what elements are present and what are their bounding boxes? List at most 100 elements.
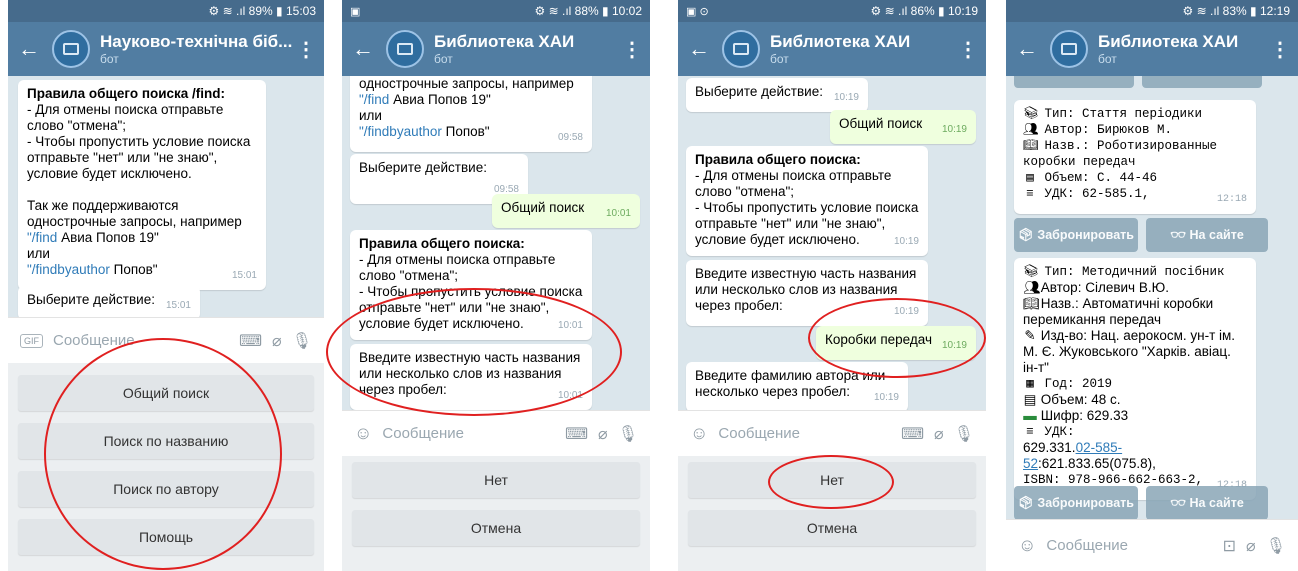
chat-title: Библиотека ХАИ xyxy=(1098,32,1239,51)
gif-icon[interactable]: GIF xyxy=(20,333,43,348)
status-bar: ⚙ ≋ .ıl 83% ▮ 12:19 xyxy=(1006,0,1298,22)
example-text: Авиа Попов 19" xyxy=(57,230,159,245)
bot-avatar[interactable] xyxy=(722,30,760,68)
message-list[interactable]: Выберите действие: 10:19 Общий поиск 10:19… xyxy=(678,76,986,410)
message-time: 10:19 xyxy=(941,124,967,135)
book-type-icon: 📚︎ xyxy=(1023,265,1039,279)
microphone-icon[interactable]: 🎙︎ xyxy=(954,424,974,444)
enter-title-text: Введите известную часть названия или нес… xyxy=(695,266,917,313)
folder-icon: ▤ xyxy=(1023,392,1037,407)
card-name: 📖︎ Назв.: Роботизированные коробки перед… xyxy=(1023,139,1218,169)
book-card-2: 📚︎ Тип: Методичний посібник 👥︎ Автор: Сі… xyxy=(1014,258,1256,500)
reserve-button[interactable]: 📦︎ Забронировать xyxy=(1014,486,1138,519)
rules-line: - Чтобы пропустить условие поиска отправ… xyxy=(359,284,583,331)
more-menu-icon[interactable]: ⋮ xyxy=(622,37,642,62)
back-arrow-icon[interactable]: ← xyxy=(352,38,386,60)
keyboard-button-no[interactable]: Нет xyxy=(352,462,640,498)
keyboard-button-cancel[interactable]: Отмена xyxy=(688,510,976,546)
example-text: Попов" xyxy=(441,124,490,139)
message-time: 10:19 xyxy=(833,92,859,103)
keyboard-button-cancel[interactable]: Отмена xyxy=(352,510,640,546)
on-site-button[interactable] xyxy=(1142,76,1262,88)
keyboard-button-no[interactable]: Нет xyxy=(688,462,976,498)
more-menu-icon[interactable]: ⋮ xyxy=(958,37,978,62)
book-icon xyxy=(397,43,413,55)
back-arrow-icon[interactable]: ← xyxy=(1016,38,1050,60)
back-arrow-icon[interactable]: ← xyxy=(18,38,52,60)
message-input[interactable]: Сообщение xyxy=(382,425,555,442)
bot-commands-icon[interactable]: ⊡ xyxy=(1223,536,1236,556)
microphone-icon[interactable]: 🎙︎ xyxy=(618,424,638,444)
attach-icon[interactable]: ⌀ xyxy=(934,424,944,444)
back-arrow-icon[interactable]: ← xyxy=(688,38,722,60)
status-right: ⚙ ≋ .ıl 86% ▮ 10:19 xyxy=(870,4,978,18)
message-list[interactable]: 📚︎ Тип: Стаття періодики 👥︎ Автор: Бирюк… xyxy=(1006,76,1298,519)
reply-keyboard: Общий поиск Поиск по названию Поиск по а… xyxy=(8,363,324,571)
book-icon xyxy=(733,43,749,55)
reserve-button[interactable] xyxy=(1014,76,1134,88)
chat-header: ← Библиотека ХАИ бот ⋮ xyxy=(342,22,650,76)
rules-line: - Для отмены поиска отправьте слово "отм… xyxy=(695,168,892,199)
status-bar: ▣ ⊙ ⚙ ≋ .ıl 86% ▮ 10:19 xyxy=(678,0,986,22)
findbyauthor-command-link[interactable]: "/findbyauthor xyxy=(27,262,110,277)
sticker-icon[interactable]: ☺ xyxy=(354,423,372,444)
sticker-icon[interactable]: ☺ xyxy=(1018,535,1036,556)
books-stack-icon: ≡ xyxy=(1026,425,1034,439)
chat-subtitle: бот xyxy=(100,52,119,66)
microphone-icon[interactable]: 🎙︎ xyxy=(292,331,312,351)
book-type-icon: 📚︎ xyxy=(1023,107,1039,121)
attach-icon[interactable]: ⌀ xyxy=(1246,536,1256,556)
card-volume: ▤ Объем: С. 44-46 xyxy=(1023,170,1247,186)
card-publisher: ✎ Изд-во: Нац. аерокосм. ун-т ім. М. Є. … xyxy=(1023,328,1236,375)
message-input-bar: ☺ Сообщение ⌨ ⌀ 🎙︎ xyxy=(678,410,986,456)
on-site-button[interactable]: 👓︎ На сайте xyxy=(1146,486,1268,519)
chat-header: ← Библиотека ХАИ бот ⋮ xyxy=(1006,22,1298,76)
status-right: ⚙ ≋ .ıl 89% ▮ 15:03 xyxy=(208,4,316,18)
inline-keyboard-card-2: 📦︎ Забронировать 👓︎ На сайте xyxy=(1014,486,1268,519)
keyboard-button-title-search[interactable]: Поиск по названию xyxy=(18,423,314,459)
keyboard-icon[interactable]: ⌨ xyxy=(565,424,588,444)
status-left: ▣ ⊙ xyxy=(686,5,709,18)
find-command-link[interactable]: "/find xyxy=(27,230,57,245)
chat-header: ← Библиотека ХАИ бот ⋮ xyxy=(678,22,986,76)
microphone-icon[interactable]: 🎙︎ xyxy=(1266,536,1286,556)
keyboard-button-general-search[interactable]: Общий поиск xyxy=(18,375,314,411)
keyboard-icon[interactable]: ⌨ xyxy=(239,331,262,351)
find-command-link[interactable]: "/find xyxy=(359,92,389,107)
bot-message-examples: однострочные запросы, например "/find Ав… xyxy=(350,76,592,152)
user-message-gearboxes: Коробки передач 10:19 xyxy=(816,326,976,360)
more-menu-icon[interactable]: ⋮ xyxy=(296,37,316,62)
message-list[interactable]: однострочные запросы, например "/find Ав… xyxy=(342,76,650,410)
bot-avatar[interactable] xyxy=(1050,30,1088,68)
keyboard-icon[interactable]: ⌨ xyxy=(901,424,924,444)
findbyauthor-command-link[interactable]: "/findbyauthor xyxy=(359,124,442,139)
open-book-icon: 📖︎ xyxy=(1023,296,1041,311)
attach-icon[interactable]: ⌀ xyxy=(272,331,282,351)
message-input-bar: ☺ Сообщение ⊡ ⌀ 🎙︎ xyxy=(1006,519,1298,571)
sticker-icon[interactable]: ☺ xyxy=(690,423,708,444)
message-list[interactable]: Правила общего поиска /find: - Для отмен… xyxy=(8,76,324,317)
more-menu-icon[interactable]: ⋮ xyxy=(1270,37,1290,62)
keyboard-button-help[interactable]: Помощь xyxy=(18,519,314,555)
message-input[interactable]: Сообщение xyxy=(1046,537,1212,554)
bot-message-rules: Правила общего поиска: - Для отмены поис… xyxy=(686,146,928,256)
on-site-button[interactable]: 👓︎ На сайте xyxy=(1146,218,1268,252)
people-icon: 👥︎ xyxy=(1023,123,1039,137)
publisher-icon: ✎ xyxy=(1024,328,1036,343)
message-input[interactable]: Сообщение xyxy=(53,332,229,349)
attach-icon[interactable]: ⌀ xyxy=(598,424,608,444)
example-text: Попов" xyxy=(109,262,158,277)
enter-title-text: Введите известную часть названия или нес… xyxy=(359,350,581,397)
bot-avatar[interactable] xyxy=(52,30,90,68)
rules-line: - Для отмены поиска отправьте слово "отм… xyxy=(359,252,556,283)
message-input[interactable]: Сообщение xyxy=(718,425,891,442)
chat-subtitle: бот xyxy=(434,52,453,66)
or-text: или xyxy=(27,246,50,261)
bot-avatar[interactable] xyxy=(386,30,424,68)
message-time: 09:58 xyxy=(557,132,583,143)
keyboard-button-author-search[interactable]: Поиск по автору xyxy=(18,471,314,507)
rules-line: - Чтобы пропустить условие поиска отправ… xyxy=(27,134,251,181)
user-message-general-search: Общий поиск 10:01 xyxy=(492,194,640,228)
reserve-button[interactable]: 📦︎ Забронировать xyxy=(1014,218,1138,252)
rules-line: - Чтобы пропустить условие поиска отправ… xyxy=(695,200,919,247)
